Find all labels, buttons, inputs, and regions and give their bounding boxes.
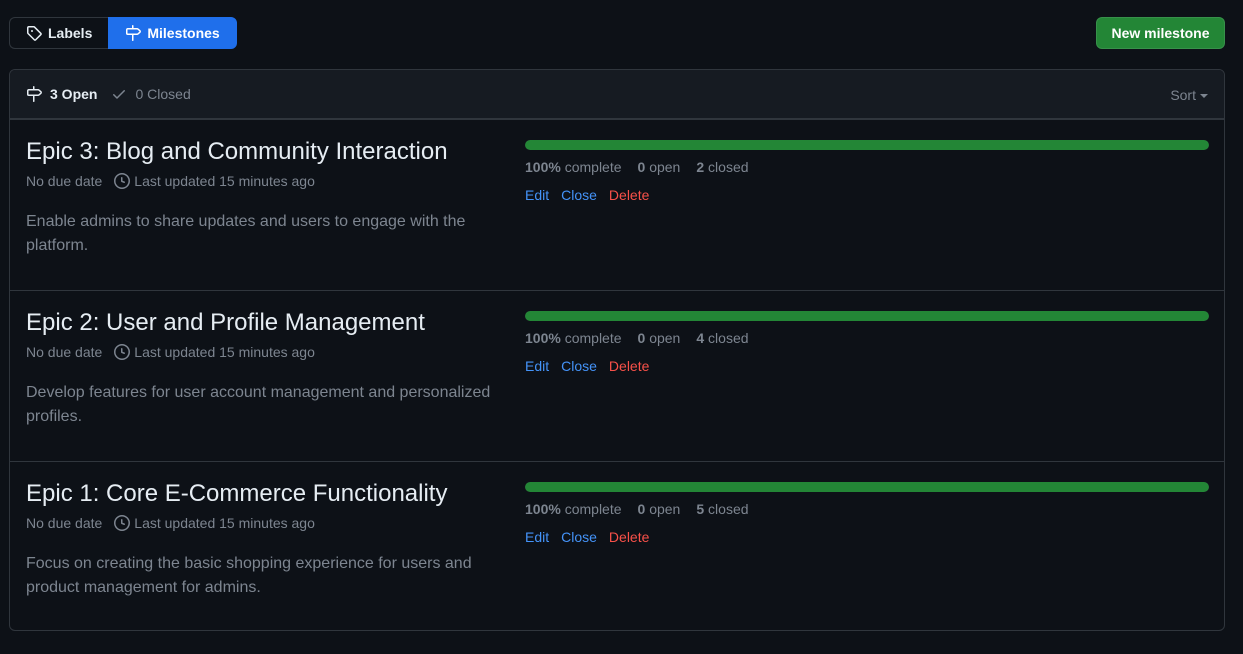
percent-complete: 100% complete <box>525 501 622 517</box>
milestone-item: Epic 1: Core E-Commerce Functionality No… <box>10 461 1224 630</box>
open-count-value: 0 <box>637 330 646 346</box>
closed-count-value: 4 <box>696 330 705 346</box>
progress-bar <box>525 140 1209 150</box>
progress-bar <box>525 482 1209 492</box>
milestone-description: Enable admins to share updates and users… <box>26 213 466 254</box>
closed-count: 4 closed <box>696 330 748 346</box>
milestone-actions: Edit Close Delete <box>525 358 649 374</box>
clock-icon <box>114 173 131 189</box>
closed-count-value: 5 <box>696 501 705 517</box>
closed-count-value: 2 <box>696 159 705 175</box>
sort-label: Sort <box>1170 86 1196 103</box>
complete-label: complete <box>564 330 622 346</box>
progress-bar <box>525 311 1209 321</box>
close-link[interactable]: Close <box>561 358 597 374</box>
clock-icon <box>114 515 131 531</box>
open-count: 0 open <box>638 501 681 517</box>
percent-complete: 100% complete <box>525 159 622 175</box>
tag-icon <box>27 26 42 41</box>
open-count-label: open <box>649 501 681 517</box>
open-count-label: open <box>649 159 681 175</box>
edit-link[interactable]: Edit <box>525 187 549 203</box>
complete-label: complete <box>564 159 622 175</box>
open-count-label: open <box>649 330 681 346</box>
delete-link[interactable]: Delete <box>609 358 649 374</box>
progress-bar-fill <box>525 140 1209 150</box>
close-link[interactable]: Close <box>561 187 597 203</box>
milestone-item: Epic 3: Blog and Community Interaction N… <box>10 119 1224 290</box>
complete-label: complete <box>564 501 622 517</box>
milestone-actions: Edit Close Delete <box>525 187 649 203</box>
open-count: 0 open <box>638 159 681 175</box>
check-icon <box>113 90 126 99</box>
close-link[interactable]: Close <box>561 529 597 545</box>
milestone-meta: No due date Last updated 15 minutes ago <box>26 515 315 531</box>
edit-link[interactable]: Edit <box>525 529 549 545</box>
labels-tab[interactable]: Labels <box>9 17 109 49</box>
percent-value: 100% <box>525 330 561 346</box>
open-count-value: 0 <box>637 159 646 175</box>
milestone-icon <box>27 86 42 102</box>
milestone-actions: Edit Close Delete <box>525 529 649 545</box>
closed-count: 5 closed <box>696 501 748 517</box>
milestones-tab[interactable]: Milestones <box>108 17 237 49</box>
milestone-meta: No due date Last updated 15 minutes ago <box>26 173 315 189</box>
last-updated: Last updated 15 minutes ago <box>134 344 315 360</box>
milestones-tab-label: Milestones <box>147 25 220 41</box>
open-count: 0 open <box>638 330 681 346</box>
open-count-value: 0 <box>637 501 646 517</box>
percent-complete: 100% complete <box>525 330 622 346</box>
labels-tab-label: Labels <box>48 25 93 41</box>
milestone-item: Epic 2: User and Profile Management No d… <box>10 290 1224 461</box>
milestone-meta: No due date Last updated 15 minutes ago <box>26 344 315 360</box>
percent-value: 100% <box>525 501 561 517</box>
last-updated: Last updated 15 minutes ago <box>134 173 315 189</box>
milestone-description: Focus on creating the basic shopping exp… <box>26 555 472 596</box>
closed-count-label: closed <box>708 159 749 175</box>
milestones-list-header: 3 Open 0 Closed Sort <box>10 70 1224 119</box>
due-date: No due date <box>26 173 103 189</box>
closed-count-label: closed <box>708 330 749 346</box>
closed-milestones-filter[interactable]: 0 Closed <box>111 86 191 102</box>
milestone-title[interactable]: Epic 3: Blog and Community Interaction <box>26 138 448 166</box>
milestone-description: Develop features for user account manage… <box>26 384 491 425</box>
milestone-stats: 100% complete 0 open 2 closed <box>525 159 749 175</box>
percent-value: 100% <box>525 159 561 175</box>
delete-link[interactable]: Delete <box>609 529 649 545</box>
due-date: No due date <box>26 344 103 360</box>
last-updated: Last updated 15 minutes ago <box>134 515 315 531</box>
new-milestone-button[interactable]: New milestone <box>1096 17 1225 49</box>
edit-link[interactable]: Edit <box>525 358 549 374</box>
labels-milestones-subnav: Labels Milestones <box>9 17 237 49</box>
open-milestones-filter[interactable]: 3 Open <box>26 86 97 102</box>
milestone-stats: 100% complete 0 open 4 closed <box>525 330 749 346</box>
milestone-title[interactable]: Epic 1: Core E-Commerce Functionality <box>26 480 447 508</box>
open-milestones-label: 3 Open <box>50 86 98 102</box>
caret-down-icon <box>1200 93 1208 98</box>
clock-icon <box>114 344 131 360</box>
milestone-title[interactable]: Epic 2: User and Profile Management <box>26 309 425 337</box>
delete-link[interactable]: Delete <box>609 187 649 203</box>
closed-milestones-label: 0 Closed <box>135 86 191 102</box>
milestone-icon <box>126 25 142 41</box>
closed-count-label: closed <box>708 501 749 517</box>
progress-bar-fill <box>525 482 1209 492</box>
milestones-list: 3 Open 0 Closed Sort Epic 3: Blog and Co… <box>9 69 1225 631</box>
due-date: No due date <box>26 515 103 531</box>
closed-count: 2 closed <box>696 159 748 175</box>
milestone-stats: 100% complete 0 open 5 closed <box>525 501 749 517</box>
progress-bar-fill <box>525 311 1209 321</box>
sort-dropdown[interactable]: Sort <box>1170 70 1208 119</box>
